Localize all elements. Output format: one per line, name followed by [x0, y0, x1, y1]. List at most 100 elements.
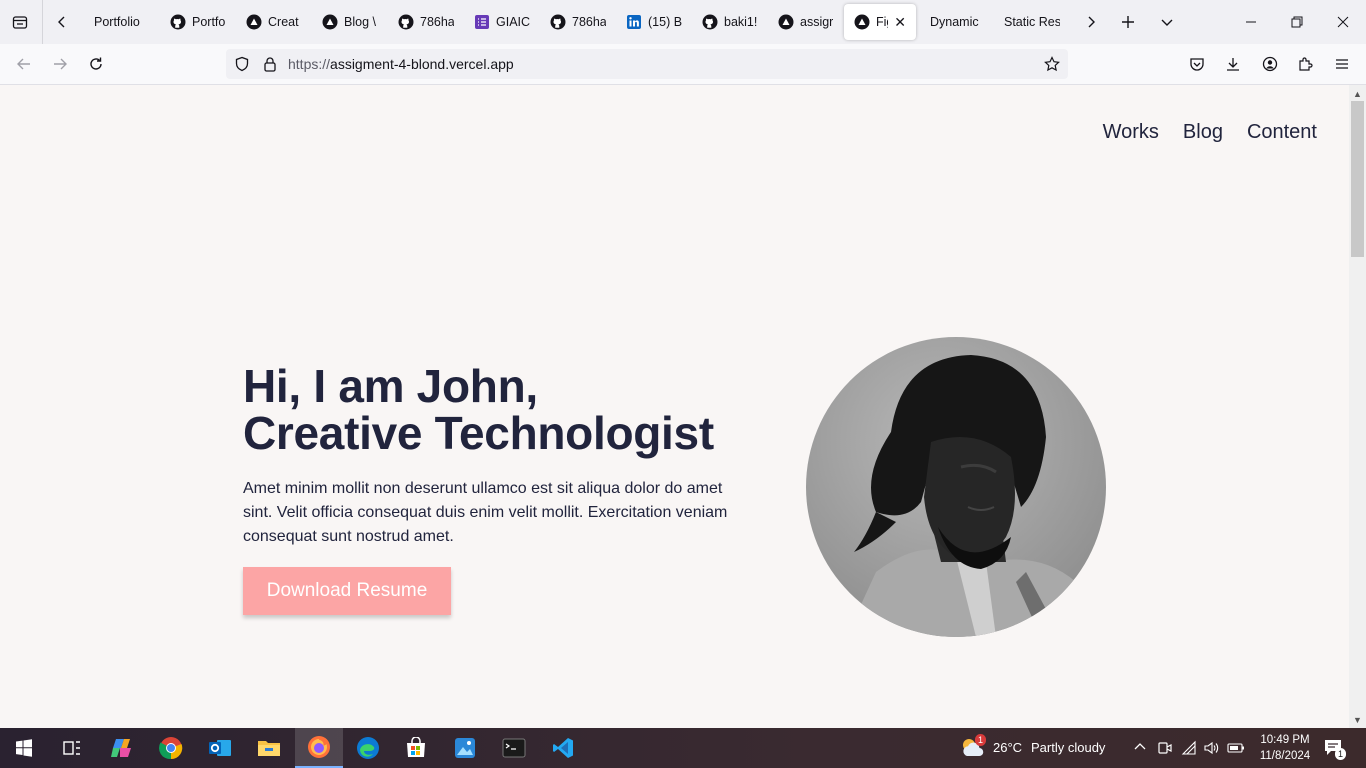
volume-icon[interactable] [1203, 740, 1219, 756]
menu-hamburger-icon[interactable] [1328, 50, 1356, 78]
wifi-icon[interactable] [1181, 740, 1197, 756]
tab-label: baki1! [724, 15, 758, 29]
tab-label: Blog \ [344, 15, 376, 29]
github-icon [550, 14, 566, 30]
hero-description: Amet minim mollit non deserunt ullamco e… [243, 480, 728, 545]
tab-strip-divider [42, 0, 43, 44]
back-arrow-icon[interactable] [10, 50, 38, 78]
nav-link-content[interactable]: Content [1247, 121, 1317, 144]
url-text[interactable]: https://assigment-4-blond.vercel.app [288, 56, 514, 72]
scroll-tabs-right-icon[interactable] [1077, 8, 1105, 36]
tab-label: (15) B [648, 15, 682, 29]
vercel-icon [246, 14, 262, 30]
tab-giaic-form[interactable]: GIAIC [464, 4, 540, 40]
clock-time: 10:49 PM [1260, 734, 1310, 746]
navigation-toolbar: https://assigment-4-blond.vercel.app [0, 44, 1366, 85]
meet-now-icon[interactable] [1157, 740, 1173, 756]
github-icon [170, 14, 186, 30]
tab-github-786ha[interactable]: 786ha [388, 4, 464, 40]
windows-start-icon[interactable] [0, 728, 48, 768]
list-all-tabs-chevron-down-icon[interactable] [1153, 8, 1181, 36]
tab-dynamic[interactable]: Dynamic [916, 4, 994, 40]
address-bar[interactable]: https://assigment-4-blond.vercel.app [226, 49, 1068, 79]
tab-strip: Portfolio Portfo Creat Blog \ 786ha GIAI… [0, 0, 1366, 44]
linkedin-icon [626, 14, 642, 30]
tab-active-fig[interactable]: Fig ✕ [844, 4, 916, 40]
vercel-icon [778, 14, 794, 30]
chrome-icon[interactable] [147, 728, 195, 768]
account-icon[interactable] [1256, 50, 1284, 78]
copilot-icon[interactable] [98, 728, 146, 768]
web-page: Works Blog Content Hi, I am John, Creati… [0, 85, 1349, 728]
page-scrollbar[interactable]: ▲ ▼ [1349, 85, 1366, 728]
close-window-icon[interactable] [1320, 0, 1366, 44]
hero-heading-line-1: Hi, I am John, [243, 360, 538, 412]
nav-link-blog[interactable]: Blog [1183, 121, 1223, 144]
tab-label: 786ha [572, 15, 606, 29]
bookmark-star-icon[interactable] [1044, 56, 1060, 72]
show-hidden-icons-chevron-up-icon[interactable] [1133, 740, 1147, 754]
windows-taskbar: 1 26°C Partly cloudy 10:49 PM 11/8/2024 … [0, 728, 1366, 768]
download-icon[interactable] [1219, 50, 1247, 78]
tab-vercel-assign[interactable]: assigr [768, 4, 844, 40]
tab-label: Fig [876, 15, 888, 29]
weather-temperature[interactable]: 26°C [993, 740, 1022, 755]
tab-overview-icon[interactable] [6, 8, 34, 36]
tab-label: Static Res [1004, 15, 1060, 29]
clock-date: 11/8/2024 [1259, 750, 1311, 762]
tracking-shield-icon[interactable] [234, 56, 250, 72]
outlook-icon[interactable] [196, 728, 244, 768]
tab-portfolio[interactable]: Portfolio [84, 4, 160, 40]
weather-alert-badge: 1 [975, 734, 987, 746]
tab-linkedin[interactable]: (15) B [616, 4, 692, 40]
scroll-tabs-left-icon[interactable] [48, 8, 76, 36]
tab-label: 786ha [420, 15, 454, 29]
vscode-icon[interactable] [539, 728, 587, 768]
extensions-puzzle-icon[interactable] [1292, 50, 1320, 78]
pocket-icon[interactable] [1183, 50, 1211, 78]
tab-label: Portfolio [94, 15, 140, 29]
github-icon [398, 14, 414, 30]
tab-vercel-create[interactable]: Creat [236, 4, 312, 40]
minimize-window-icon[interactable] [1228, 0, 1274, 44]
task-view-icon[interactable] [48, 728, 96, 768]
hero-heading-line-2: Creative Technologist [243, 407, 714, 459]
weather-description[interactable]: Partly cloudy [1031, 740, 1105, 755]
tab-github-786ha-2[interactable]: 786ha [540, 4, 616, 40]
system-clock[interactable]: 10:49 PM 11/8/2024 [1250, 732, 1320, 764]
github-icon [702, 14, 718, 30]
notification-count-badge: 1 [1335, 748, 1347, 760]
terminal-icon[interactable] [490, 728, 538, 768]
reload-icon[interactable] [82, 50, 110, 78]
battery-icon[interactable] [1227, 740, 1245, 756]
tab-static-res[interactable]: Static Res [994, 4, 1070, 40]
forward-arrow-icon[interactable] [46, 50, 74, 78]
lock-icon[interactable] [262, 56, 278, 72]
tab-label: assigr [800, 15, 834, 29]
scroll-down-arrow-icon[interactable]: ▼ [1352, 714, 1363, 725]
microsoft-store-icon[interactable] [392, 728, 440, 768]
url-scheme: https:// [288, 56, 331, 72]
tab-label: Portfo [192, 15, 226, 29]
vercel-icon [854, 14, 870, 30]
download-resume-button[interactable] [243, 567, 451, 615]
photos-app-icon[interactable] [441, 728, 489, 768]
tab-github-baki[interactable]: baki1! [692, 4, 768, 40]
tab-label: Dynamic [930, 15, 979, 29]
close-tab-icon[interactable]: ✕ [894, 14, 906, 31]
tab-vercel-blog[interactable]: Blog \ [312, 4, 388, 40]
scroll-up-arrow-icon[interactable]: ▲ [1352, 88, 1363, 99]
site-navigation: Works Blog Content [1103, 121, 1317, 144]
profile-avatar-photo [806, 337, 1106, 637]
firefox-icon[interactable] [295, 728, 343, 768]
tab-github-portfolio[interactable]: Portfo [160, 4, 236, 40]
scrollbar-thumb[interactable] [1351, 101, 1364, 257]
tab-label: Creat [268, 15, 299, 29]
new-tab-plus-icon[interactable] [1114, 8, 1142, 36]
tab-list: Portfolio Portfo Creat Blog \ 786ha GIAI… [84, 4, 1076, 40]
edge-icon[interactable] [344, 728, 392, 768]
restore-window-icon[interactable] [1274, 0, 1320, 44]
file-explorer-icon[interactable] [245, 728, 293, 768]
vercel-icon [322, 14, 338, 30]
nav-link-works[interactable]: Works [1103, 121, 1159, 144]
